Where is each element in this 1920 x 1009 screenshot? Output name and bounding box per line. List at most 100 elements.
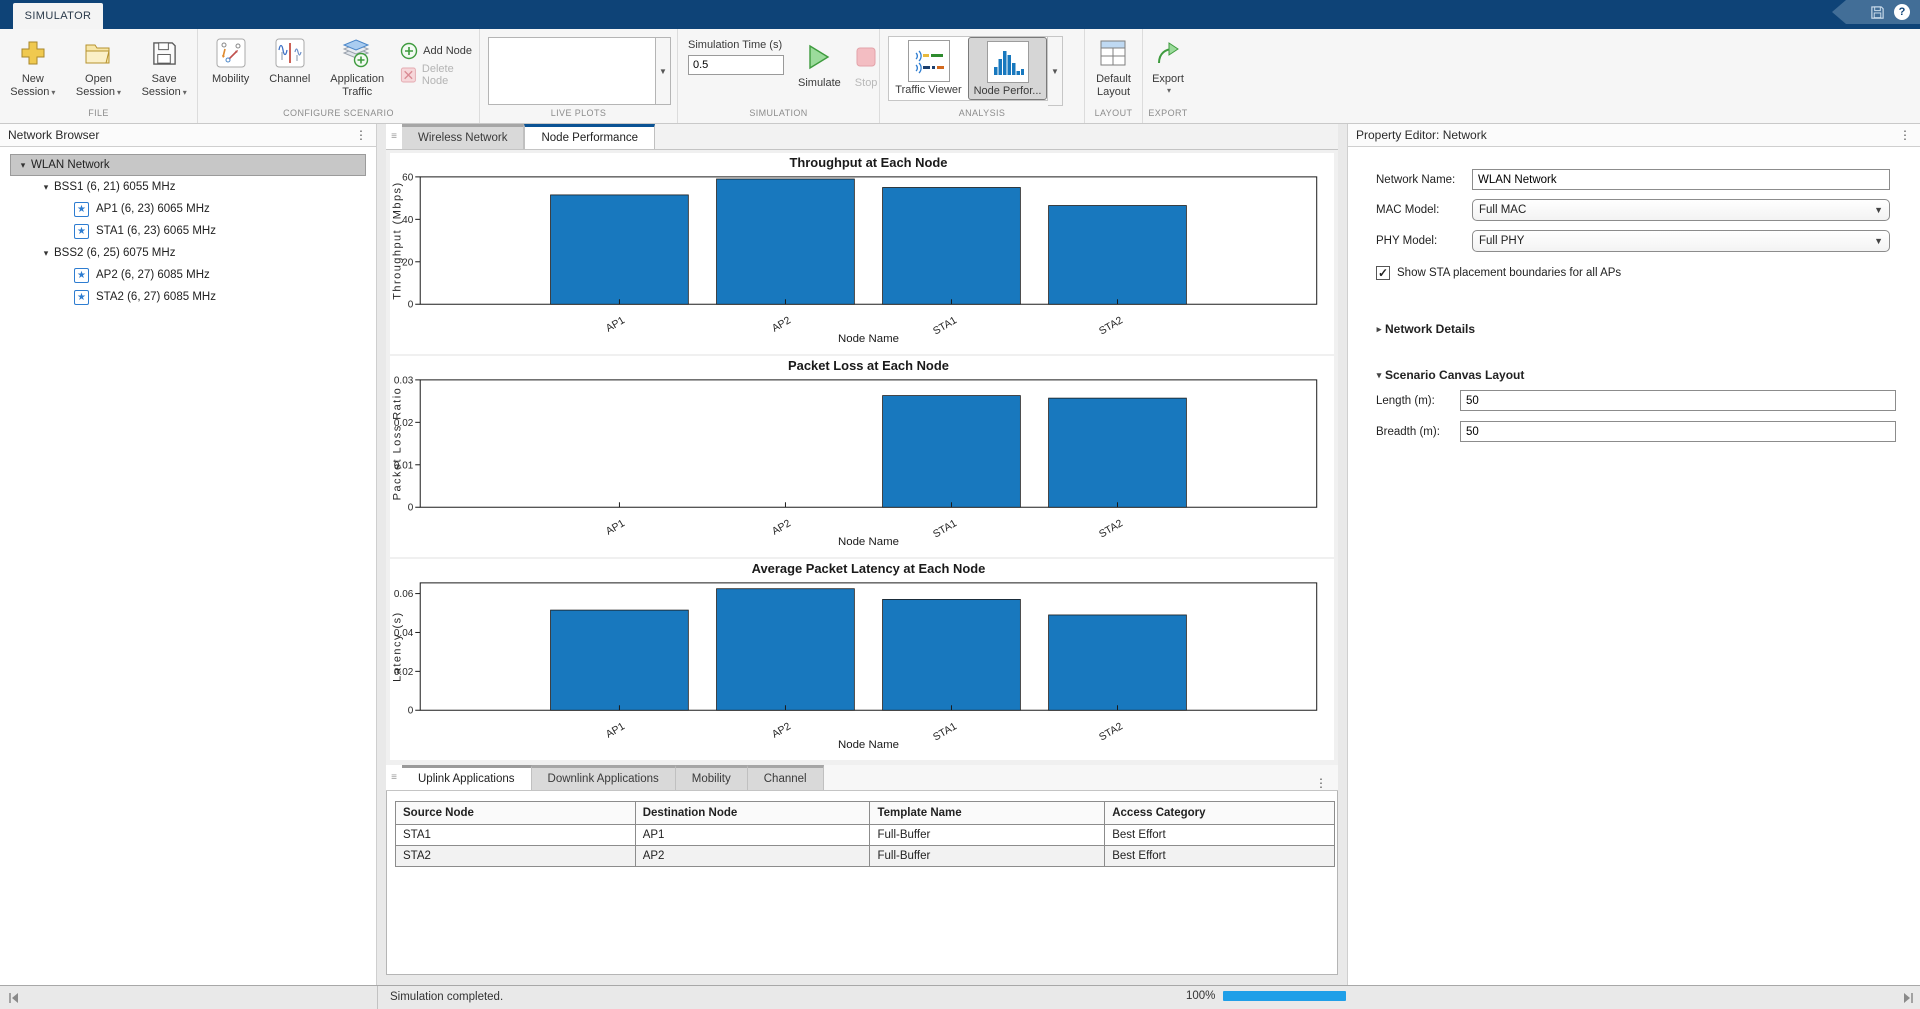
section-label-file: FILE (0, 108, 197, 123)
simulation-time-input[interactable] (688, 55, 784, 75)
analysis-gallery-dropdown[interactable]: ▼ (1048, 36, 1063, 106)
tab-node-performance[interactable]: Node Performance (524, 124, 655, 149)
svg-text:AP1: AP1 (604, 518, 627, 537)
svg-text:STA2: STA2 (1098, 518, 1126, 540)
ribbon-section-analysis: Traffic Viewer Node Perfor... ▼ ANALYSIS (880, 29, 1085, 123)
center-document-panel: ≡ Wireless Network Node Performance Thro… (386, 124, 1338, 985)
collapse-arrow-icon[interactable]: ▾ (40, 182, 52, 193)
left-splitter[interactable] (377, 124, 386, 985)
property-editor-title: Property Editor: Network (1356, 128, 1487, 142)
section-label-live-plots: LIVE PLOTS (480, 108, 677, 123)
delete-node-icon (400, 66, 417, 84)
right-splitter[interactable] (1338, 124, 1347, 985)
svg-text:0.03: 0.03 (394, 375, 414, 386)
svg-text:AP2: AP2 (770, 721, 793, 740)
svg-text:AP1: AP1 (604, 721, 627, 740)
svg-text:STA2: STA2 (1098, 315, 1126, 337)
mac-model-label: MAC Model: (1376, 204, 1472, 216)
tab-group-handle-icon[interactable]: ≡ (386, 124, 402, 149)
application-traffic-button[interactable]: Application Traffic (326, 33, 388, 101)
tab-simulator[interactable]: SIMULATOR (13, 3, 103, 29)
figure-latency: Average Packet Latency at Each Node00.02… (390, 559, 1334, 760)
collapse-arrow-icon[interactable]: ▾ (1373, 370, 1385, 381)
tree-item-ap1[interactable]: ★ AP1 (6, 23) 6065 MHz (10, 198, 366, 220)
expand-arrow-icon[interactable]: ▸ (1373, 324, 1385, 335)
tree-item-bss2[interactable]: ▾ BSS2 (6, 25) 6075 MHz (10, 242, 366, 264)
tab-downlink-applications[interactable]: Downlink Applications (532, 765, 676, 790)
delete-node-button: Delete Node (400, 63, 479, 87)
svg-text:Throughput (Mbps): Throughput (Mbps) (391, 181, 403, 299)
tree-item-wlan-network[interactable]: ▾ WLAN Network (10, 154, 366, 176)
collapse-right-icon[interactable] (1902, 992, 1914, 1004)
length-input[interactable] (1460, 390, 1896, 411)
new-session-icon (19, 35, 47, 71)
network-browser-header: Network Browser ⋮ (0, 124, 376, 147)
save-icon[interactable] (1870, 5, 1885, 20)
chevron-down-icon: ▼ (1874, 205, 1883, 215)
applications-menu-icon[interactable]: ⋮ (1315, 776, 1328, 790)
new-session-button[interactable]: New Session▾ (6, 33, 59, 101)
scenario-canvas-layout-section[interactable]: ▾ Scenario Canvas Layout (1373, 368, 1920, 382)
tree-item-sta2[interactable]: ★ STA2 (6, 27) 6085 MHz (10, 286, 366, 308)
simulate-button[interactable]: Simulate (798, 37, 841, 89)
mac-model-dropdown[interactable]: Full MAC ▼ (1472, 199, 1890, 221)
status-bar: Simulation completed. 100% (0, 985, 1920, 1009)
tab-mobility[interactable]: Mobility (676, 765, 748, 790)
default-layout-button[interactable]: Default Layout (1092, 33, 1135, 101)
collapse-arrow-icon[interactable]: ▾ (17, 160, 29, 171)
tab-channel[interactable]: Channel (748, 765, 824, 790)
export-button[interactable]: Export ▾ (1148, 33, 1188, 98)
table-row[interactable]: STA2 AP2 Full-Buffer Best Effort (396, 846, 1335, 867)
collapse-left-icon[interactable] (8, 992, 20, 1004)
tree-item-sta1[interactable]: ★ STA1 (6, 23) 6065 MHz (10, 220, 366, 242)
live-plots-dropdown-button[interactable]: ▼ (656, 37, 671, 105)
tab-group-handle-icon[interactable]: ≡ (386, 765, 402, 790)
property-editor-menu-icon[interactable]: ⋮ (1899, 128, 1912, 142)
network-browser-menu-icon[interactable]: ⋮ (355, 128, 368, 142)
show-sta-boundaries-checkbox[interactable]: ✓ (1376, 266, 1390, 280)
live-plots-gallery[interactable] (488, 37, 656, 105)
phy-model-dropdown[interactable]: Full PHY ▼ (1472, 230, 1890, 252)
section-label-simulation: SIMULATION (678, 108, 879, 123)
node-performance-button[interactable]: Node Perfor... (968, 37, 1047, 100)
ribbon-section-file: New Session▾ Open Session▾ Save Session▾… (0, 29, 198, 123)
breadth-input[interactable] (1460, 421, 1896, 442)
svg-text:0: 0 (408, 300, 414, 311)
application-traffic-icon (342, 35, 372, 71)
help-icon[interactable]: ? (1894, 4, 1910, 20)
simulation-progress: 100% (1186, 990, 1346, 1002)
tab-wireless-network[interactable]: Wireless Network (402, 124, 524, 149)
tab-uplink-applications[interactable]: Uplink Applications (402, 765, 532, 790)
ribbon-section-layout: Default Layout LAYOUT (1085, 29, 1143, 123)
traffic-viewer-button[interactable]: Traffic Viewer (889, 37, 968, 100)
svg-text:AP2: AP2 (770, 315, 793, 334)
progress-percent-label: 100% (1186, 990, 1215, 1002)
node-star-icon: ★ (74, 202, 89, 217)
svg-text:Latency (s): Latency (s) (391, 611, 403, 682)
network-browser-title: Network Browser (8, 128, 99, 142)
add-node-button[interactable]: Add Node (400, 39, 479, 63)
channel-button[interactable]: Channel (265, 33, 314, 88)
network-details-section[interactable]: ▸ Network Details (1373, 322, 1920, 336)
node-star-icon: ★ (74, 268, 89, 283)
tree-item-bss1[interactable]: ▾ BSS1 (6, 21) 6055 MHz (10, 176, 366, 198)
network-name-input[interactable] (1472, 169, 1890, 190)
show-sta-boundaries-label: Show STA placement boundaries for all AP… (1397, 267, 1621, 279)
section-label-export: EXPORT (1143, 108, 1193, 123)
collapse-arrow-icon[interactable]: ▾ (40, 248, 52, 259)
table-row[interactable]: STA1 AP1 Full-Buffer Best Effort (396, 825, 1335, 846)
stop-icon (855, 37, 877, 77)
figure-throughput: Throughput at Each Node0204060AP1AP2STA1… (390, 153, 1334, 354)
ribbon-section-export: Export ▾ EXPORT (1143, 29, 1193, 123)
traffic-viewer-icon (908, 40, 950, 82)
svg-text:Packet Loss at Each Node: Packet Loss at Each Node (788, 358, 949, 373)
tree-item-ap2[interactable]: ★ AP2 (6, 27) 6085 MHz (10, 264, 366, 286)
section-label-configure-scenario: CONFIGURE SCENARIO (198, 108, 479, 123)
svg-text:40: 40 (402, 215, 414, 226)
save-session-button[interactable]: Save Session▾ (138, 33, 191, 101)
network-name-label: Network Name: (1376, 174, 1472, 186)
open-session-button[interactable]: Open Session▾ (72, 33, 125, 101)
mobility-button[interactable]: Mobility (208, 33, 253, 88)
svg-text:0: 0 (408, 706, 414, 717)
figure-tab-bar: ≡ Wireless Network Node Performance (386, 124, 1338, 150)
